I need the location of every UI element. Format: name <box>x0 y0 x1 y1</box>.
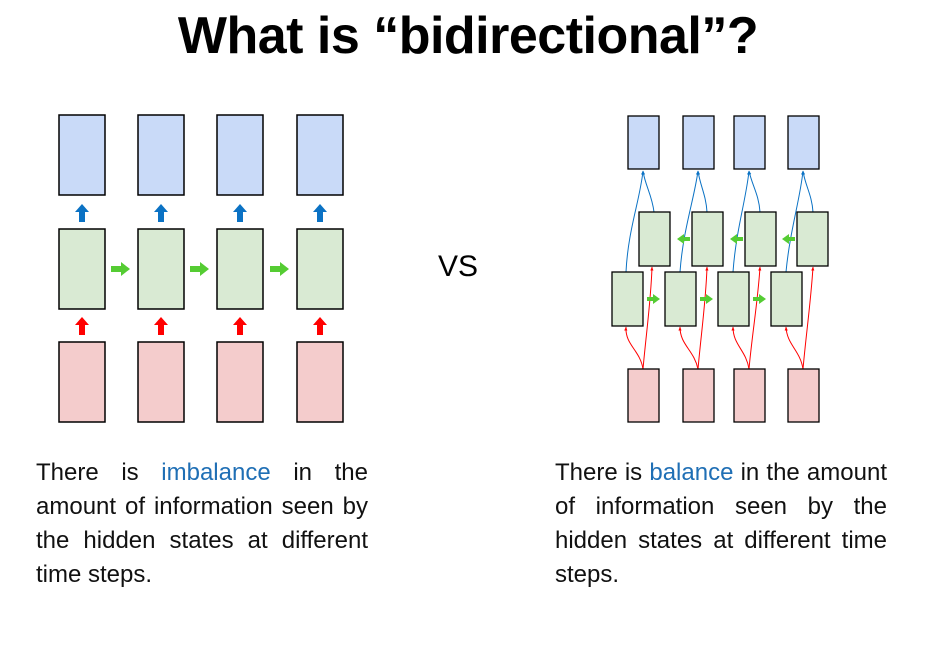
backward-hidden-box <box>638 211 671 267</box>
bidirectional-rnn-diagram <box>611 115 829 423</box>
hidden-state-box <box>58 228 106 310</box>
output-box <box>787 115 820 170</box>
forward-recurrent-arrow <box>753 294 766 304</box>
input-box <box>733 368 766 423</box>
output-box <box>733 115 766 170</box>
right-caption-highlight: balance <box>649 459 734 486</box>
output-arrow <box>313 204 327 222</box>
output-connection <box>696 170 708 213</box>
output-arrow <box>75 204 89 222</box>
output-box <box>137 114 185 196</box>
input-arrow <box>75 317 89 335</box>
input-connection <box>624 326 644 370</box>
recurrent-arrow <box>190 262 209 276</box>
vs-label: VS <box>438 250 479 283</box>
right-caption: There is balance in the amount of inform… <box>555 456 887 592</box>
input-connection <box>731 326 750 370</box>
input-box <box>216 341 264 423</box>
output-box <box>58 114 106 196</box>
right-caption-before: There is <box>555 459 650 486</box>
backward-hidden-box <box>744 211 777 267</box>
output-box <box>216 114 264 196</box>
output-connection <box>801 170 814 213</box>
left-caption-before: There is <box>36 459 162 486</box>
forward-recurrent-arrow <box>647 294 660 304</box>
input-connection <box>697 266 709 370</box>
input-box <box>296 341 344 423</box>
backward-recurrent-arrow <box>782 234 795 244</box>
output-connection <box>748 170 761 213</box>
input-box <box>58 341 106 423</box>
recurrent-arrow <box>270 262 289 276</box>
hidden-state-box <box>296 228 344 310</box>
backward-recurrent-arrow <box>677 234 690 244</box>
output-arrow <box>233 204 247 222</box>
output-box <box>627 115 660 170</box>
input-connection <box>678 326 699 370</box>
forward-hidden-box <box>664 271 697 327</box>
left-caption-highlight: imbalance <box>161 459 271 486</box>
input-connection <box>642 266 654 370</box>
input-box <box>137 341 185 423</box>
input-connection <box>784 326 804 370</box>
forward-hidden-box <box>611 271 644 327</box>
hidden-state-box <box>137 228 185 310</box>
forward-hidden-box <box>770 271 803 327</box>
output-box <box>682 115 715 170</box>
left-caption: There is imbalance in the amount of info… <box>36 456 368 592</box>
input-arrow <box>233 317 247 335</box>
input-arrow <box>154 317 168 335</box>
forward-hidden-box <box>717 271 750 327</box>
backward-hidden-box <box>691 211 724 267</box>
unidirectional-rnn-diagram <box>58 114 344 423</box>
output-box <box>296 114 344 196</box>
recurrent-arrow <box>111 262 130 276</box>
input-arrow <box>313 317 327 335</box>
input-box <box>787 368 820 423</box>
output-arrow <box>154 204 168 222</box>
input-connection <box>748 266 762 370</box>
forward-recurrent-arrow <box>700 294 713 304</box>
input-box <box>682 368 715 423</box>
backward-hidden-box <box>796 211 829 267</box>
backward-recurrent-arrow <box>730 234 743 244</box>
input-connection <box>802 266 815 370</box>
hidden-state-box <box>216 228 264 310</box>
input-box <box>627 368 660 423</box>
output-connection <box>641 170 655 213</box>
